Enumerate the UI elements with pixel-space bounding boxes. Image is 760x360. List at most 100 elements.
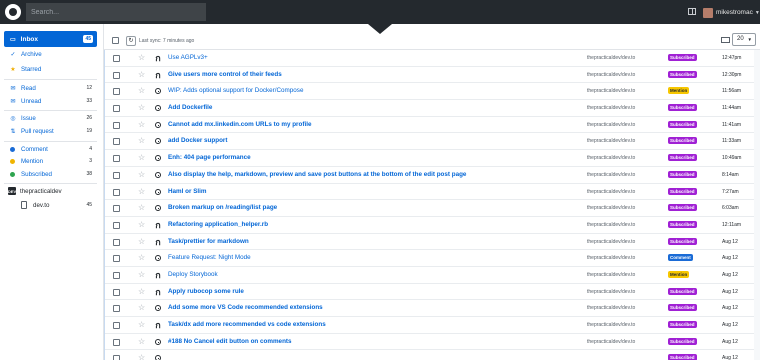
notification-title[interactable]: Also display the help, markdown, preview… [168,171,466,178]
refresh-icon[interactable]: ↻ [126,36,136,46]
row-checkbox[interactable] [113,288,120,296]
table-row[interactable]: ☆ WIP: Adds optional support for Docker/C… [105,83,760,101]
notification-title[interactable]: Apply rubocop some rule [168,288,244,295]
table-row[interactable]: ☆ ก Task/prettier for markdown thepractical… [105,234,760,251]
row-checkbox[interactable] [113,121,120,129]
star-icon[interactable]: ☆ [138,153,145,162]
timestamp: Aug 12 [722,305,738,312]
issue-icon [155,155,161,162]
table-row[interactable]: ☆ Add Dockerfile thepracticaldev/dev.to Sub… [105,100,760,117]
notification-title[interactable]: Refactoring application_helper.rb [168,221,268,228]
star-icon[interactable]: ☆ [138,337,145,346]
row-checkbox[interactable] [113,155,120,163]
sidebar-item-inbox[interactable]: ▭ Inbox 45 [4,31,97,47]
star-icon[interactable]: ☆ [138,353,145,360]
row-checkbox[interactable] [113,188,120,196]
table-row[interactable]: ☆ ก Task/dx add more recommended vs code e… [105,317,760,334]
sidebar-item-archive[interactable]: ✓ Archive [9,48,97,60]
notification-title[interactable]: Use AGPLv3+ [168,54,208,61]
row-checkbox[interactable] [113,305,120,313]
star-icon[interactable]: ☆ [138,270,145,279]
star-icon[interactable]: ☆ [138,86,145,95]
row-checkbox[interactable] [113,205,120,213]
table-row[interactable]: ☆ Add some more VS Code recommended exten… [105,300,760,317]
star-icon[interactable]: ☆ [138,103,145,112]
sidebar-item-comment[interactable]: Comment 4 [9,143,97,155]
search-input[interactable] [26,3,206,21]
table-row[interactable]: ☆ Enh: 404 page performance thepracticalde… [105,150,760,167]
table-row[interactable]: ☆ Broken markup on /reading/list page thep… [105,200,760,217]
row-checkbox[interactable] [113,338,120,346]
row-checkbox[interactable] [113,322,120,329]
gift-icon[interactable] [688,8,696,15]
sidebar-item-issue[interactable]: ◎ Issue 26 [9,112,97,124]
star-icon[interactable]: ☆ [138,136,145,145]
table-row[interactable]: ☆ Subscribed Aug 12 [105,350,760,360]
table-row[interactable]: ☆ ก Refactoring application_helper.rb thepr… [105,217,760,234]
star-icon[interactable]: ☆ [138,287,145,296]
user-menu[interactable]: mikestromac ▼ [703,7,760,18]
star-icon[interactable]: ☆ [138,170,145,179]
notification-title[interactable]: Feature Request: Night Mode [168,254,251,261]
notification-title[interactable]: Task/dx add more recommended vs code ext… [168,321,326,328]
table-row[interactable]: ☆ #188 No Cancel edit button on comments t… [105,334,760,351]
star-icon[interactable]: ☆ [138,70,145,79]
sidebar-item-repo[interactable]: dev.to 45 [21,199,97,211]
select-all-checkbox[interactable] [112,37,119,44]
scrollbar[interactable] [754,50,760,360]
notification-title[interactable]: Add Dockerfile [168,104,212,111]
notification-title[interactable]: add Docker support [168,137,227,144]
star-icon[interactable]: ☆ [138,303,145,312]
sidebar-item-unread[interactable]: ✉ Unread 33 [9,95,97,107]
row-checkbox[interactable] [113,238,120,246]
notification-title[interactable]: Cannot add mx.linkedin.com URLs to my pr… [168,121,311,128]
notification-title[interactable]: Enh: 404 page performance [168,154,251,161]
row-checkbox[interactable] [113,255,120,263]
sidebar-item-mention[interactable]: Mention 3 [9,155,97,167]
notification-title[interactable]: WIP: Adds optional support for Docker/Co… [168,87,303,94]
notification-title[interactable]: #188 No Cancel edit button on comments [168,338,292,345]
row-checkbox[interactable] [113,88,120,96]
star-icon[interactable]: ☆ [138,203,145,212]
table-row[interactable]: ☆ add Docker support thepracticaldev/dev.t… [105,133,760,151]
table-row[interactable]: ☆ ก Deploy Storybook thepracticaldev/dev.to… [105,267,760,284]
row-checkbox[interactable] [113,105,120,113]
table-row[interactable]: ☆ Also display the help, markdown, previe… [105,167,760,184]
star-icon[interactable]: ☆ [138,53,145,62]
row-checkbox[interactable] [113,71,120,79]
star-icon[interactable]: ☆ [138,220,145,229]
sidebar-item-label: dev.to [33,201,50,209]
star-icon[interactable]: ☆ [138,237,145,246]
sidebar-item-subscribed[interactable]: Subscribed 38 [9,168,97,180]
table-row[interactable]: ☆ Feature Request: Night Mode thepractical… [105,250,760,267]
mark-read-icon[interactable] [721,37,730,43]
row-checkbox[interactable] [113,138,120,146]
row-checkbox[interactable] [113,171,120,179]
sidebar-item-pull-request[interactable]: ⇅ Pull request 19 [9,125,97,137]
table-row[interactable]: ☆ Haml or Slim thepracticaldev/dev.to Subsc… [105,184,760,201]
star-icon[interactable]: ☆ [138,253,145,262]
star-icon[interactable]: ☆ [138,120,145,129]
star-icon[interactable]: ☆ [138,187,145,196]
read-count: 12 [86,85,92,91]
row-checkbox[interactable] [113,355,120,360]
sidebar-item-org[interactable]: DEV thepracticaldev [8,185,96,197]
notification-title[interactable]: Haml or Slim [168,188,207,195]
row-checkbox[interactable] [113,221,120,229]
notification-title[interactable]: Task/prettier for markdown [168,238,249,245]
notification-title[interactable]: Deploy Storybook [168,271,218,278]
table-row[interactable]: ☆ Cannot add mx.linkedin.com URLs to my p… [105,117,760,134]
notification-title[interactable]: Give users more control of their feeds [168,71,282,78]
notification-title[interactable]: Add some more VS Code recommended extens… [168,304,323,311]
sidebar-item-starred[interactable]: ★ Starred [9,63,97,75]
table-row[interactable]: ☆ ก Apply rubocop some rule thepracticaldev… [105,284,760,301]
row-checkbox[interactable] [113,271,120,279]
row-checkbox[interactable] [113,55,120,62]
logo-icon[interactable] [5,4,21,20]
star-icon[interactable]: ☆ [138,320,145,329]
sidebar-item-read[interactable]: ✉ Read 12 [9,82,97,94]
per-page-select[interactable]: 20 ▼ [732,33,756,46]
table-row[interactable]: ☆ ก Use AGPLv3+ thepracticaldev/dev.to Subsc… [105,50,760,67]
table-row[interactable]: ☆ ก Give users more control of their feeds… [105,67,760,84]
notification-title[interactable]: Broken markup on /reading/list page [168,204,277,211]
